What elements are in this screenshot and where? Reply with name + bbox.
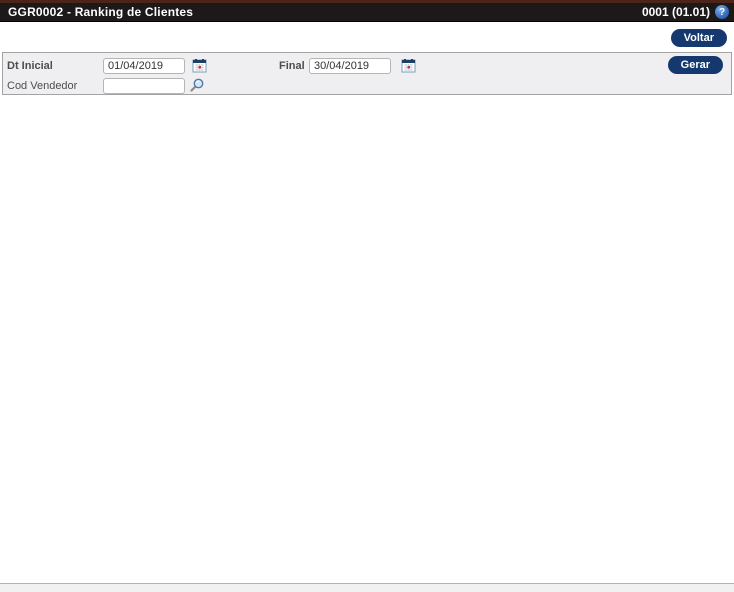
footer-bar <box>0 583 734 592</box>
calendar-icon[interactable] <box>401 58 416 73</box>
magnifier-icon[interactable] <box>189 77 204 92</box>
cod-vendedor-input[interactable] <box>103 78 185 94</box>
calendar-icon[interactable] <box>192 58 207 73</box>
help-icon[interactable]: ? <box>715 5 729 19</box>
title-bar-right: 0001 (01.01) ? <box>642 5 729 19</box>
dt-inicial-input[interactable] <box>103 58 185 74</box>
final-input[interactable] <box>309 58 391 74</box>
voltar-row: Voltar <box>670 28 727 47</box>
cod-vendedor-label: Cod Vendedor <box>7 80 78 92</box>
page-title: GGR0002 - Ranking de Clientes <box>8 5 194 19</box>
voltar-button[interactable]: Voltar <box>670 29 727 47</box>
title-bar: GGR0002 - Ranking de Clientes 0001 (01.0… <box>0 3 734 22</box>
dt-inicial-label: Dt Inicial <box>7 60 53 72</box>
version-label: 0001 (01.01) <box>641 5 710 19</box>
gerar-button[interactable]: Gerar <box>667 56 723 74</box>
content-area <box>0 96 734 583</box>
filter-panel: Dt Inicial Final Gerar Cod Vendedor <box>2 52 732 95</box>
final-label: Final <box>279 60 305 72</box>
